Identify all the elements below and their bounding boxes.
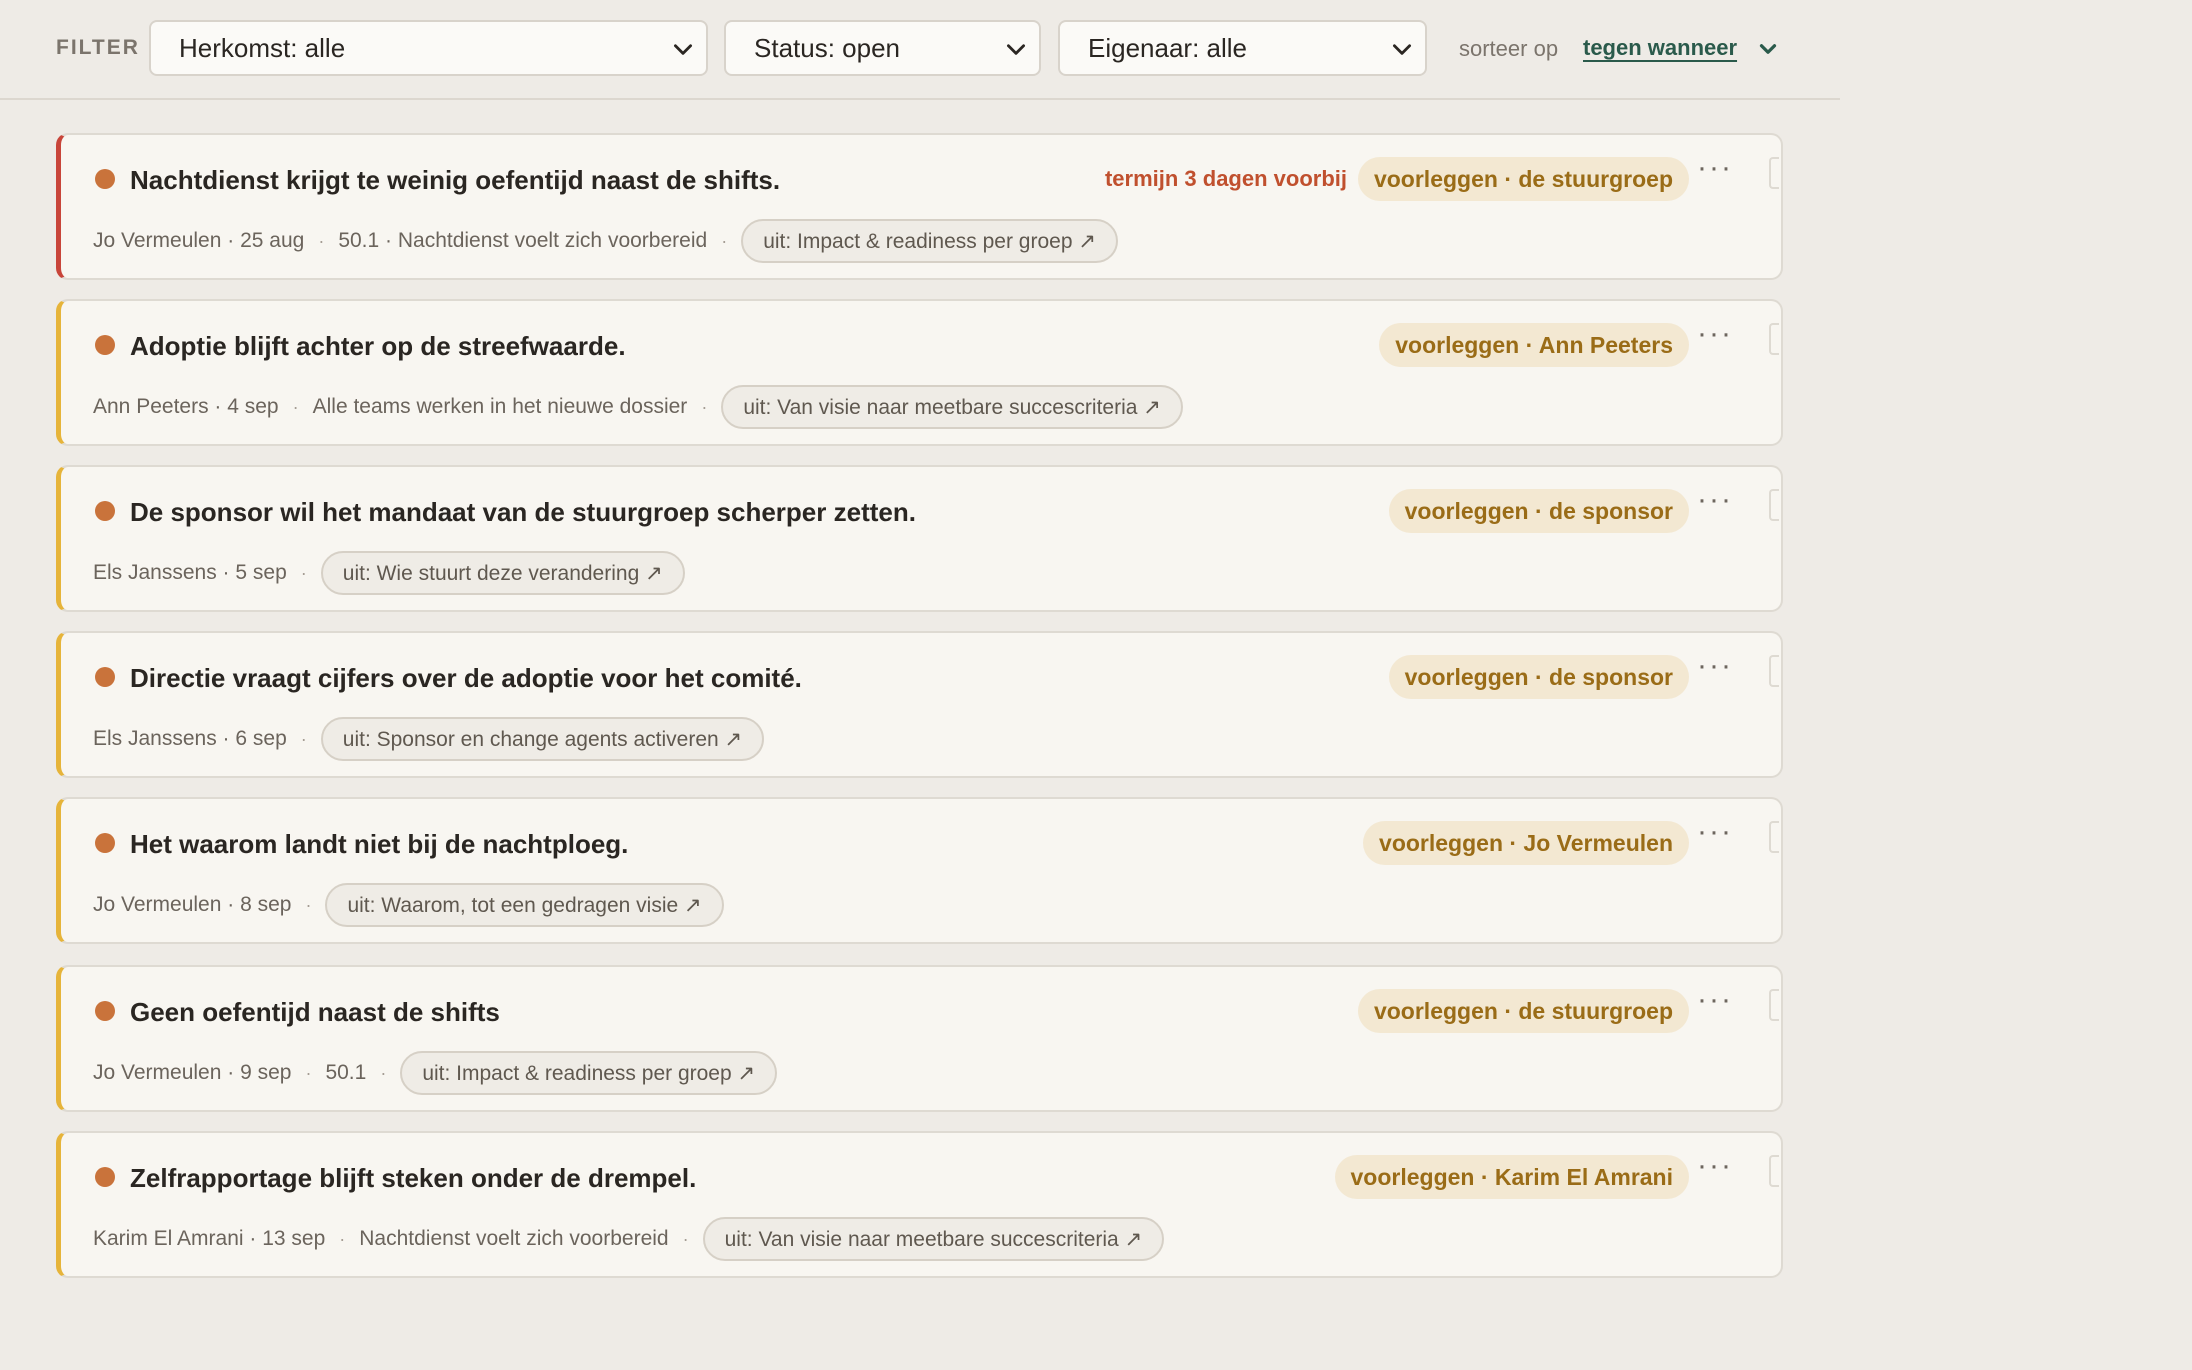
drag-handle[interactable] [1769,489,1779,521]
status-dot [95,501,115,521]
status-dot [95,667,115,687]
escalation-badge[interactable]: voorleggen · de sponsor [1388,655,1689,699]
status-dot [95,833,115,853]
meta-separator: · [701,396,708,417]
meta-separator: · [318,230,325,251]
escalation-badge[interactable]: voorleggen · Ann Peeters [1379,323,1689,367]
escalation-badge[interactable]: voorleggen · de sponsor [1388,489,1689,533]
more-options-icon[interactable]: ··· [1695,319,1735,359]
filter-label: FILTER [56,36,140,59]
drag-handle[interactable] [1769,989,1779,1021]
item-meta: Els Janssens · 6 sep · uit: Sponsor en c… [93,717,765,761]
item-owner-date: Karim El Amrani · 13 sep [93,1227,326,1250]
more-options-icon[interactable]: ··· [1695,153,1735,193]
item-meta: Jo Vermeulen · 25 aug · 50.1 · Nachtdien… [93,219,1118,263]
source-link[interactable]: uit: Van visie naar meetbare succescrite… [721,385,1183,429]
item-title: Het waarom landt niet bij de nachtploeg. [130,829,629,859]
item-owner-date: Ann Peeters · 4 sep [93,395,279,418]
status-dot [95,1001,115,1021]
item-owner-date: Jo Vermeulen · 8 sep [93,893,292,916]
item-title: Directie vraagt cijfers over de adoptie … [130,663,802,693]
action-item-card[interactable]: Directie vraagt cijfers over de adoptie … [56,631,1783,778]
more-options-icon[interactable]: ··· [1695,1151,1735,1191]
status-dot [95,169,115,189]
eigenaar-select[interactable]: Eigenaar: alle [1058,20,1427,76]
item-title: De sponsor wil het mandaat van de stuurg… [130,497,916,527]
item-title: Zelfrapportage blijft steken onder de dr… [130,1163,697,1193]
sort-label: sorteer op [1459,36,1559,61]
drag-handle[interactable] [1769,157,1779,189]
more-options-icon[interactable]: ··· [1695,485,1735,525]
drag-handle[interactable] [1769,323,1779,355]
action-item-card[interactable]: Het waarom landt niet bij de nachtploeg.… [56,797,1783,944]
action-item-card[interactable]: Zelfrapportage blijft steken onder de dr… [56,1131,1783,1278]
item-title: Nachtdienst krijgt te weinig oefentijd n… [130,165,781,195]
item-title: Adoptie blijft achter op de streefwaarde… [130,331,626,361]
escalation-badge[interactable]: voorleggen · Karim El Amrani [1334,1155,1689,1199]
sort-chevron-down-icon[interactable] [1755,36,1781,62]
item-meta: Els Janssens · 5 sep · uit: Wie stuurt d… [93,551,685,595]
herkomst-select[interactable]: Herkomst: alle [149,20,708,76]
item-owner-date: Jo Vermeulen · 9 sep [93,1061,292,1084]
item-owner-date: Jo Vermeulen · 25 aug [93,229,305,252]
item-context: Alle teams werken in het nieuwe dossier [312,395,688,418]
drag-handle[interactable] [1769,821,1779,853]
status-select[interactable]: Status: open [724,20,1041,76]
action-item-card[interactable]: Adoptie blijft achter op de streefwaarde… [56,299,1783,446]
status-dot [95,335,115,355]
item-meta: Jo Vermeulen · 9 sep · 50.1 · uit: Impac… [93,1051,778,1095]
meta-separator: · [292,396,299,417]
more-options-icon[interactable]: ··· [1695,651,1735,691]
action-item-card[interactable]: De sponsor wil het mandaat van de stuurg… [56,465,1783,612]
escalation-badge[interactable]: voorleggen · de stuurgroep [1357,989,1689,1033]
item-meta: Karim El Amrani · 13 sep · Nachtdienst v… [93,1217,1165,1261]
meta-separator: · [305,1062,312,1083]
source-link[interactable]: uit: Wie stuurt deze verandering ↗ [320,551,685,595]
sort-select[interactable]: tegen wanneer [1583,35,1737,61]
status-select-value: Status: open [754,32,900,63]
item-context: Nachtdienst voelt zich voorbereid [359,1227,669,1250]
drag-handle[interactable] [1769,655,1779,687]
chevron-down-icon [1393,44,1411,55]
source-link[interactable]: uit: Impact & readiness per groep ↗ [741,219,1118,263]
meta-separator: · [300,728,307,749]
source-link[interactable]: uit: Impact & readiness per groep ↗ [400,1051,778,1095]
due-warning: termijn 3 dagen voorbij [1104,166,1347,191]
herkomst-select-value: Herkomst: alle [179,32,346,63]
more-options-icon[interactable]: ··· [1695,817,1735,857]
drag-handle[interactable] [1769,1155,1779,1187]
escalation-badge[interactable]: voorleggen · de stuurgroep [1357,157,1689,201]
chevron-down-icon [1007,44,1025,55]
action-item-card[interactable]: Nachtdienst krijgt te weinig oefentijd n… [56,133,1783,280]
source-link[interactable]: uit: Sponsor en change agents activeren … [320,717,765,761]
more-options-icon[interactable]: ··· [1695,985,1735,1025]
escalation-badge[interactable]: voorleggen · Jo Vermeulen [1363,821,1689,865]
meta-separator: · [305,894,312,915]
eigenaar-select-value: Eigenaar: alle [1088,32,1247,63]
item-meta: Jo Vermeulen · 8 sep · uit: Waarom, tot … [93,883,724,927]
filter-bar: FILTER Herkomst: alle Status: open Eigen… [0,0,1840,100]
meta-separator: · [682,1228,689,1249]
chevron-down-icon [674,44,692,55]
meta-separator: · [380,1062,387,1083]
item-context: 50.1 · Nachtdienst voelt zich voorbereid [338,229,708,252]
source-link[interactable]: uit: Waarom, tot een gedragen visie ↗ [325,883,724,927]
source-link[interactable]: uit: Van visie naar meetbare succescrite… [702,1217,1165,1261]
meta-separator: · [300,562,307,583]
item-owner-date: Els Janssens · 5 sep [93,561,287,584]
action-item-card[interactable]: Geen oefentijd naast de shifts voorlegge… [56,965,1783,1112]
item-meta: Ann Peeters · 4 sep · Alle teams werken … [93,385,1183,429]
item-owner-date: Els Janssens · 6 sep [93,727,287,750]
meta-separator: · [339,1228,346,1249]
item-context: 50.1 [325,1061,367,1084]
meta-separator: · [721,230,728,251]
status-dot [95,1167,115,1187]
item-title: Geen oefentijd naast de shifts [130,997,500,1027]
